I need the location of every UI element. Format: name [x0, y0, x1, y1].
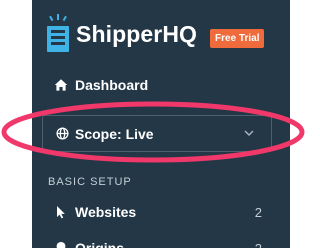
sidebar: ShipperHQ Free Trial Dashboard Scope: Li…: [32, 0, 290, 248]
sidebar-item-label: Dashboard: [75, 77, 149, 93]
cursor-icon: [57, 206, 65, 219]
sidebar-item-websites[interactable]: Websites 2: [32, 200, 290, 224]
brand-name: ShipperHQ: [76, 21, 198, 47]
logo-icon: [47, 14, 69, 52]
scope-selector[interactable]: Scope: Live: [42, 115, 272, 152]
home-icon: [54, 79, 68, 91]
globe-icon: [56, 127, 69, 140]
sidebar-item-dashboard[interactable]: Dashboard: [32, 73, 290, 97]
location-icon: [56, 242, 66, 248]
sidebar-item-origins[interactable]: Origins 2: [32, 236, 290, 248]
section-label: BASIC SETUP: [48, 176, 132, 188]
count-badge: 2: [254, 204, 262, 220]
sidebar-item-label: Websites: [75, 204, 137, 220]
scope-label: Scope: Live: [75, 125, 154, 142]
chevron-down-icon: [244, 130, 254, 136]
free-trial-badge[interactable]: Free Trial: [210, 29, 265, 48]
brand[interactable]: ShipperHQ: [46, 12, 197, 54]
count-badge: 2: [254, 240, 262, 248]
sidebar-item-label: Origins: [75, 240, 125, 248]
